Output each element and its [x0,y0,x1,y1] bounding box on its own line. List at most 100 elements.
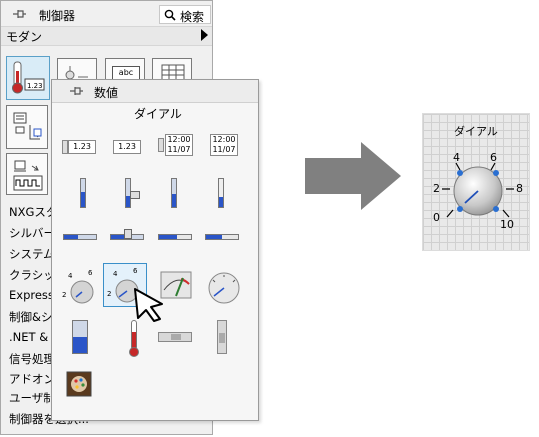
scrollbar-track [217,320,227,354]
tank-indicator[interactable] [60,318,100,358]
numeric-titlebar: 数値 [52,80,258,103]
dial-handle[interactable] [457,170,463,176]
dial-tick-label: 6 [133,267,138,275]
thermometer-bulb [129,347,139,357]
front-panel-preview: ダイアル 0 2 4 6 8 10 [422,113,530,251]
palette-title: 制御器 [39,9,76,23]
knob-control[interactable]: 4 6 2 [60,266,100,306]
dial-handle[interactable] [457,206,463,212]
category-header-modern[interactable]: モダン [1,26,212,46]
svg-text:1.23: 1.23 [27,82,43,90]
category-item-addons[interactable]: アドオン [9,371,53,387]
horizontal-pointer-slide[interactable] [107,222,147,262]
numeric-control[interactable]: 1.23 [60,130,100,170]
slide-fill [206,235,222,239]
gauge-control[interactable] [202,266,242,306]
slide-track [63,234,97,240]
category-item-classic[interactable]: クラシック [9,267,53,283]
dial-tick-label: 4 [113,270,118,278]
dial-tick-label: 2 [107,290,111,298]
dial-tick-0: 0 [433,211,440,224]
mouse-cursor-icon [134,288,163,322]
category-item-nxg[interactable]: NXGスタ [9,204,53,220]
horizontal-progress-bar[interactable] [155,222,195,262]
arrow-right-icon [305,142,401,210]
color-box-control[interactable] [60,367,100,407]
palette-icon [66,371,92,397]
category-item-control-sim[interactable]: 制御&シ [9,309,53,325]
dial-tick-8: 8 [516,182,523,195]
dial-tick-6: 6 [490,151,497,164]
category-item-silver[interactable]: シルバー [9,225,53,241]
slide-fill [81,191,85,207]
slide-track [80,178,86,208]
time-display: 12:00 11/07 [210,134,238,156]
numeric-subpalette: 数値 ダイアル 1.23 1.23 12:00 11/07 12:00 11/07 [51,79,259,421]
category-item-signal[interactable]: 信号処理 [9,351,53,367]
slide-fill [159,235,177,239]
io-folder[interactable] [6,153,48,195]
slide-track [171,178,177,208]
tank-body [72,320,88,354]
thermometer-tube [131,320,137,350]
dial-tick-4: 4 [453,151,460,164]
search-button[interactable]: 検索 [159,5,211,24]
pin-icon[interactable] [68,83,84,99]
category-label: モダン [6,30,43,44]
slide-track [218,178,224,208]
controls-titlebar: 制御器 検索 [1,1,212,27]
slide-pointer [124,229,132,239]
scrollbar-thumb [171,334,181,340]
time-text: 12:00 [212,135,236,144]
category-item-dotnet[interactable]: .NET & A [9,330,53,344]
expand-arrow-icon [201,29,208,41]
category-item-user[interactable]: ユーザ制 [9,390,53,406]
horizontal-graduated-bar[interactable] [202,222,242,262]
category-item-express[interactable]: Express [9,288,53,302]
knob-icon: 4 6 2 [62,269,94,304]
numeric-display: 1.23 [113,140,141,154]
numeric-folder[interactable]: 1.23 [6,56,50,100]
dial-tick-label: 2 [62,291,66,299]
subpalette-title: 数値 [94,86,119,100]
gauge-icon [208,272,240,304]
list-table-folder[interactable] [6,105,48,149]
numeric-display: 1.23 [68,140,96,154]
dial-handle[interactable] [493,206,499,212]
time-stamp-control[interactable]: 12:00 11/07 [155,128,195,168]
horizontal-fill-slide[interactable] [60,222,100,262]
array-folder[interactable] [152,58,192,81]
dial-handle[interactable] [493,170,499,176]
boolean-folder[interactable] [57,58,97,80]
thermometer-indicator[interactable] [107,318,147,358]
vertical-scrollbar[interactable] [202,318,242,358]
section-label: ダイアル [134,107,182,121]
slide-fill [172,194,176,207]
slide-fill [219,197,223,207]
search-label: 検索 [180,10,205,24]
dial-tick-label: 4 [68,272,73,280]
vertical-graduated-bar[interactable] [202,174,242,214]
dial-tick-2: 2 [433,182,440,195]
waveform-io-icon [13,160,43,191]
dial-tick-10: 10 [500,218,514,231]
time-stamp-indicator[interactable]: 12:00 11/07 [202,128,242,168]
date-text: 11/07 [212,145,236,154]
increment-decrement-icon [158,138,164,152]
string-folder[interactable]: abc [105,58,145,81]
numeric-indicator[interactable]: 1.23 [107,130,147,170]
thermometer-numeric-icon: 1.23 [12,61,45,94]
category-item-system[interactable]: システム [9,246,53,262]
slide-track [158,234,192,240]
vertical-progress-bar[interactable] [155,174,195,214]
vertical-fill-slide[interactable] [60,174,100,214]
pin-icon[interactable] [11,6,27,22]
vertical-pointer-slide[interactable] [107,174,147,214]
dial-tick-label: 6 [88,269,93,277]
scrollbar-track [158,332,192,342]
horizontal-scrollbar[interactable] [155,318,195,358]
search-icon [164,9,176,21]
slide-track [205,234,239,240]
time-display: 12:00 11/07 [165,134,193,156]
date-text: 11/07 [167,145,191,154]
